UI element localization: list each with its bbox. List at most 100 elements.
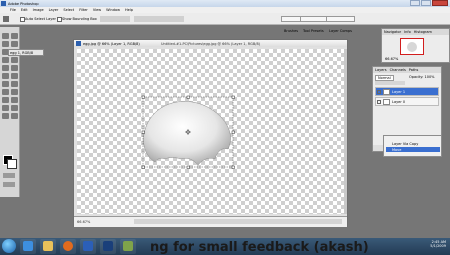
start-button[interactable]	[2, 239, 16, 253]
history-item[interactable]: Move	[386, 147, 440, 152]
window-controls	[410, 0, 448, 6]
move-tool-icon[interactable]	[2, 33, 9, 39]
window-title: Adobe Photoshop	[8, 1, 39, 6]
layer-thumbnail	[383, 89, 390, 95]
system-clock[interactable]: 2:45 AM 5/1/2009	[430, 240, 446, 248]
menu-layer[interactable]: Layer	[49, 8, 59, 12]
layer-thumbnail	[383, 99, 390, 105]
lasso-tool-icon[interactable]	[2, 41, 9, 47]
horizontal-scrollbar[interactable]	[134, 219, 342, 224]
photoshop-logo-icon	[1, 1, 6, 6]
minimize-button[interactable]	[410, 0, 420, 6]
transform-handle[interactable]	[231, 130, 235, 134]
magic-wand-tool-icon[interactable]	[11, 41, 18, 47]
layer-row[interactable]: Layer 1	[375, 87, 439, 96]
move-tool-icon[interactable]	[3, 16, 9, 22]
transform-handle[interactable]	[141, 165, 145, 169]
menu-select[interactable]: Select	[63, 8, 74, 12]
zoom-tool-icon[interactable]	[11, 113, 18, 119]
distribute-buttons[interactable]	[134, 16, 184, 22]
layer-row[interactable]: Layer 0	[375, 97, 439, 106]
marquee-tool-icon[interactable]	[11, 33, 18, 39]
taskbar-app-explorer[interactable]	[40, 239, 56, 254]
taskbar-app-photoshop[interactable]	[100, 239, 116, 254]
taskbar-app-other[interactable]	[120, 239, 136, 254]
history-brush-icon[interactable]	[11, 65, 18, 71]
menu-window[interactable]: Window	[106, 8, 120, 12]
close-button[interactable]	[432, 0, 448, 6]
document-title: Untitled-#1-PC\Pictures\egg.jpg @ 66% (L…	[161, 41, 261, 46]
history-item[interactable]: Layer Via Copy	[386, 141, 440, 146]
document-title-bar[interactable]: egg.jpg @ 66% (Layer 1, RGB/8) Untitled-…	[74, 40, 347, 47]
layer-comps-tab[interactable]: Layer Comps	[326, 16, 355, 33]
bounding-box-label: Show Bounding Box	[62, 17, 97, 21]
healing-tool-icon[interactable]	[2, 57, 9, 63]
minimized-document[interactable]: egg 1, RGB/8	[8, 49, 44, 56]
zoom-level: 66.67%	[77, 220, 91, 224]
tool-grid	[2, 33, 18, 119]
gradient-tool-icon[interactable]	[11, 73, 18, 79]
transform-handle[interactable]	[186, 95, 190, 99]
eye-icon[interactable]	[377, 100, 381, 104]
tool-presets-tab[interactable]: Tool Presets	[300, 16, 327, 33]
hand-tool-icon[interactable]	[2, 113, 9, 119]
pen-tool-icon[interactable]	[2, 97, 9, 103]
menu-edit[interactable]: Edit	[21, 8, 28, 12]
history-panel: Layer Via Copy Move	[383, 135, 442, 157]
lock-buttons[interactable]	[375, 81, 405, 85]
canvas-artwork	[141, 95, 235, 169]
tab-navigator[interactable]: Navigator	[384, 30, 401, 34]
eraser-tool-icon[interactable]	[2, 73, 9, 79]
navigator-zoom[interactable]: 66.67%	[385, 57, 398, 61]
taskbar-app-word[interactable]	[80, 239, 96, 254]
blur-tool-icon[interactable]	[2, 81, 9, 87]
menu-file[interactable]: File	[10, 8, 16, 12]
tab-info[interactable]: Info	[404, 30, 411, 34]
taskbar-app-ie[interactable]	[20, 239, 36, 254]
notes-tool-icon[interactable]	[2, 105, 9, 111]
transform-handle[interactable]	[141, 130, 145, 134]
document-status-bar: 66.67%	[74, 216, 347, 227]
menu-help[interactable]: Help	[125, 8, 133, 12]
title-bar: Adobe Photoshop	[0, 0, 450, 7]
shape-tool-icon[interactable]	[11, 97, 18, 103]
canvas[interactable]	[77, 49, 344, 214]
tab-histogram[interactable]: Histogram	[414, 30, 432, 34]
menu-image[interactable]: Image	[33, 8, 44, 12]
screen-mode-buttons[interactable]	[3, 182, 15, 187]
dodge-tool-icon[interactable]	[11, 81, 18, 87]
eye-icon[interactable]	[377, 90, 381, 94]
maximize-button[interactable]	[421, 0, 431, 6]
navigator-thumbnail[interactable]	[400, 38, 424, 55]
path-tool-icon[interactable]	[2, 89, 9, 95]
app-icon	[123, 241, 133, 251]
options-bar: Auto Select Layer Show Bounding Box Brus…	[0, 13, 450, 33]
opacity-field[interactable]: Opacity: 100%	[409, 75, 435, 79]
transform-handle[interactable]	[231, 95, 235, 99]
type-tool-icon[interactable]	[11, 89, 18, 95]
auto-select-label: Auto Select Layer	[25, 17, 56, 21]
transform-handle[interactable]	[231, 165, 235, 169]
stamp-tool-icon[interactable]	[2, 65, 9, 71]
transform-handle[interactable]	[186, 165, 190, 169]
eyedropper-tool-icon[interactable]	[11, 105, 18, 111]
align-buttons[interactable]	[100, 16, 130, 22]
taskbar-app-firefox[interactable]	[60, 239, 76, 254]
internet-explorer-icon	[23, 241, 33, 251]
menu-view[interactable]: View	[93, 8, 101, 12]
layer-name: Layer 0	[392, 100, 406, 104]
word-icon	[83, 241, 93, 251]
transform-handle[interactable]	[141, 95, 145, 99]
tab-channels[interactable]: Channels	[390, 68, 406, 72]
brushes-tab[interactable]: Brushes	[281, 16, 302, 33]
tab-layers[interactable]: Layers	[375, 68, 387, 72]
photoshop-logo-icon	[76, 41, 81, 46]
brush-tool-icon[interactable]	[11, 57, 18, 63]
background-color-swatch[interactable]	[7, 159, 17, 169]
vertical-scrollbar[interactable]	[344, 49, 347, 214]
tab-paths[interactable]: Paths	[409, 68, 419, 72]
quick-mask-buttons[interactable]	[3, 173, 15, 178]
document-window: egg.jpg @ 66% (Layer 1, RGB/8) Untitled-…	[73, 39, 348, 227]
folder-icon	[43, 241, 53, 251]
menu-filter[interactable]: Filter	[79, 8, 88, 12]
